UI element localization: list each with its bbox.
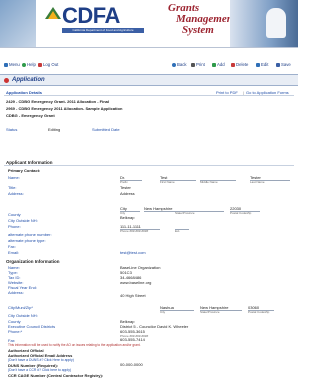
page: CDFA California Department of Food and A… xyxy=(0,0,298,386)
contact-title-label: Title: xyxy=(8,185,17,190)
banner-photo-right xyxy=(230,0,298,47)
contact-state-caption: State/Province xyxy=(175,211,195,215)
application-bar: Application xyxy=(0,74,298,86)
help-button[interactable]: Help xyxy=(22,62,36,67)
edit-button[interactable]: Edit xyxy=(256,62,268,67)
grant-title-line3: CDBG - Emergency Grant xyxy=(6,113,55,118)
details-heading: Application Details xyxy=(6,90,43,95)
contact-address-value: Address xyxy=(120,191,135,196)
help-icon xyxy=(22,62,26,67)
status-value: Editing xyxy=(48,127,61,132)
contact-email-label: Email: xyxy=(8,250,20,255)
org-state-caption: State/Province xyxy=(200,310,220,314)
application-icon xyxy=(4,78,9,83)
goto-forms-link[interactable]: Go to Application Forms xyxy=(246,90,289,95)
contact-ext-caption: Ext. xyxy=(175,229,181,233)
contact-title-value: Tester xyxy=(120,185,131,190)
grant-title-line1: 2429 - CDBG Emergency Grant- 2011 Alloca… xyxy=(6,99,109,104)
logout-icon xyxy=(38,62,42,67)
contact-email-value[interactable]: test@test.com xyxy=(120,250,146,255)
org-website-value: www.baseline.org xyxy=(120,280,152,285)
print-pdf-link[interactable]: Print to PDF xyxy=(216,90,238,95)
contact-county-label: County xyxy=(8,212,21,217)
org-address-value: 40 High Street xyxy=(120,293,146,298)
first-name-caption: First Name xyxy=(160,180,175,184)
add-icon xyxy=(212,62,216,67)
org-address-label: Address: xyxy=(8,290,24,295)
logout-button[interactable]: Log Out xyxy=(38,62,58,67)
cdfa-logo-subtitle: California Department of Food and Agricu… xyxy=(62,28,144,33)
grant-title-line2: 2969 - CDBG Emergency 2011 Allocation- S… xyxy=(6,106,123,111)
primary-contact-heading: Primary Contact: xyxy=(8,168,41,173)
cdfa-logo-icon xyxy=(45,7,61,19)
print-icon xyxy=(191,62,195,67)
org-phone-label: Phone:* xyxy=(8,329,23,334)
contact-city-outside-label: City Outside NH: xyxy=(8,218,38,223)
contact-phone-label: Phone: xyxy=(8,224,21,229)
delete-button[interactable]: Delete xyxy=(231,62,248,67)
last-name-caption: Last Name xyxy=(250,180,265,184)
contact-fax-label: Fax: xyxy=(8,244,16,249)
alt-phone-type-label: alternate phone type: xyxy=(8,238,46,243)
edit-icon xyxy=(256,62,260,67)
menu-button[interactable]: Menu xyxy=(4,62,20,67)
header-banner: CDFA California Department of Food and A… xyxy=(0,0,298,48)
status-label: Status xyxy=(6,127,18,132)
grants-system-title: Grants Management System xyxy=(168,2,236,36)
delete-icon xyxy=(231,62,235,67)
add-button[interactable]: Add xyxy=(212,62,225,67)
save-button[interactable]: Save xyxy=(276,62,291,67)
ccr-value: 00-000-0000 xyxy=(120,362,143,367)
organization-heading: Organization Information xyxy=(6,259,60,264)
ccr-label: CCR CAGE Number (Central Contractor Regi… xyxy=(8,373,104,378)
back-arrow-icon xyxy=(172,62,176,67)
applicant-heading: Applicant Information xyxy=(6,160,53,165)
menu-icon xyxy=(4,62,8,67)
org-city-caption: City xyxy=(160,310,166,314)
org-fax-value: 603-555-7414 xyxy=(120,337,145,342)
org-zip-caption: Postal Code/Zip xyxy=(248,310,270,314)
back-button[interactable]: Back xyxy=(172,62,187,67)
contact-zip-caption: Postal Code/Zip xyxy=(230,211,252,215)
contact-phone-caption: Phone ###-###-#### xyxy=(120,229,149,233)
contact-address-label: Address: xyxy=(8,191,24,196)
toolbar: Menu Help Log Out Back Print Add Delete … xyxy=(0,58,298,72)
contact-name-label: Name: xyxy=(8,175,20,180)
middle-name-caption: Middle Name xyxy=(200,180,218,184)
lab-worker-image xyxy=(266,8,286,38)
alt-phone-label: alternate phone number: xyxy=(8,232,52,237)
org-city-outside-label: City Outside NH: xyxy=(8,313,38,318)
save-icon xyxy=(276,62,280,67)
org-city-label: City/Muni/Zip* xyxy=(8,305,33,310)
contact-county-value: Belknap xyxy=(120,215,135,220)
submitted-date-label: Submitted Date xyxy=(92,127,120,132)
banner-photo-left xyxy=(0,0,36,47)
application-title: Application xyxy=(12,77,45,83)
cdfa-logo-text: CDFA xyxy=(62,3,120,28)
print-button[interactable]: Print xyxy=(191,62,205,67)
